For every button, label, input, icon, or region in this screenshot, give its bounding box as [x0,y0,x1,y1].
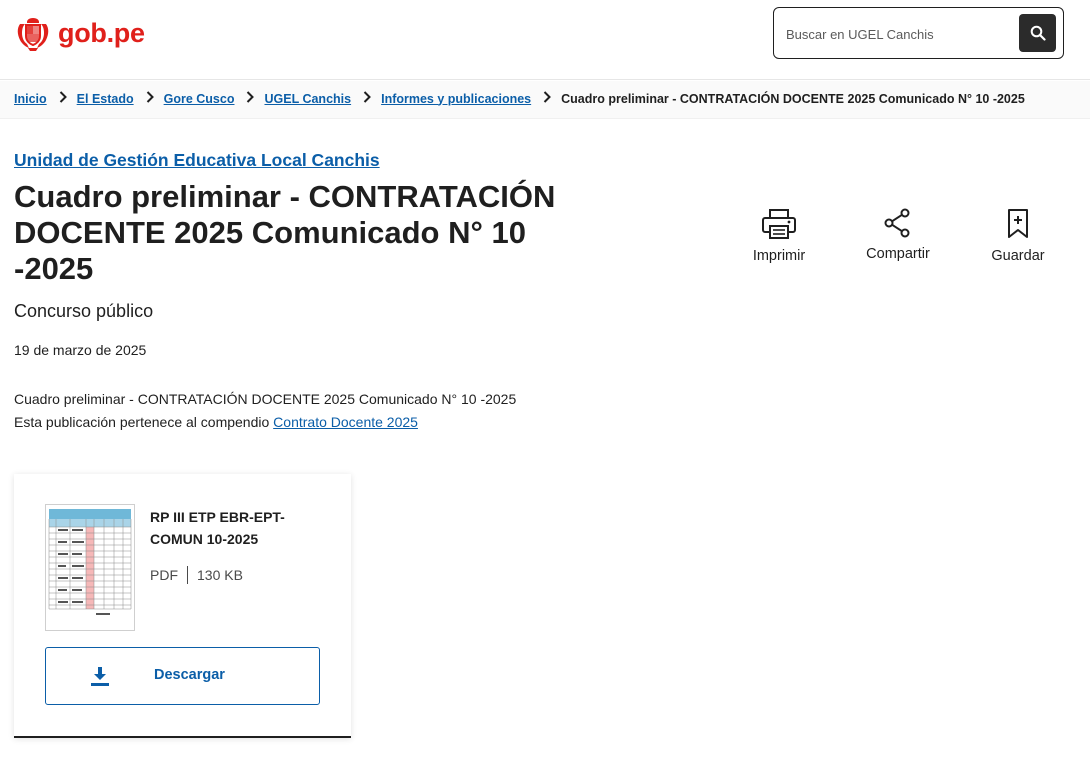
share-icon [884,208,910,238]
gob-pe-logo[interactable]: gob.pe [14,14,145,52]
meta-divider [187,566,188,584]
breadcrumb-link-el-estado[interactable]: El Estado [77,92,134,106]
compendium-prefix: Esta publicación pertenece al compendio [14,414,274,430]
document-size: 130 KB [197,567,243,583]
chevron-right-icon [543,91,552,106]
chevron-right-icon [59,91,67,106]
search-input[interactable] [786,22,1016,46]
publication-description: Cuadro preliminar - CONTRATACIÓN DOCENTE… [14,388,516,434]
breadcrumb-bar: Inicio El Estado Gore Cusco UGEL Canchis… [0,81,1090,119]
peru-coat-of-arms-icon [17,18,49,51]
chevron-right-icon [363,91,372,106]
compendium-link[interactable]: Contrato Docente 2025 [273,414,418,430]
chevron-right-icon [246,91,255,106]
search-box [773,7,1064,59]
save-label: Guardar [991,248,1045,264]
download-label: Descargar [154,667,225,683]
document-type: PDF [150,567,178,583]
document-name: RP III ETP EBR-EPT-COMUN 10-2025 [150,509,285,547]
logo-text: gob.pe [58,17,145,48]
search-icon [1030,25,1046,41]
bookmark-icon [1008,209,1028,238]
document-meta: PDF 130 KB [150,566,243,584]
print-label: Imprimir [752,248,806,264]
document-thumbnail[interactable] [45,504,135,631]
breadcrumb: Inicio El Estado Gore Cusco UGEL Canchis… [14,91,1025,106]
site-header: gob.pe [0,0,1090,80]
chevron-right-icon [146,91,154,106]
compendium-line: Esta publicación pertenece al compendio … [14,411,516,434]
breadcrumb-link-inicio[interactable]: Inicio [14,92,47,106]
publication-date: 19 de marzo de 2025 [14,342,147,358]
institution-link[interactable]: Unidad de Gestión Educativa Local Canchi… [14,150,380,171]
print-button[interactable]: Imprimir [734,208,824,264]
printer-icon [762,209,796,239]
document-card: RP III ETP EBR-EPT-COMUN 10-2025 PDF 130… [14,474,351,738]
breadcrumb-link-informes[interactable]: Informes y publicaciones [381,92,531,106]
breadcrumb-current: Cuadro preliminar - CONTRATACIÓN DOCENTE… [561,91,1025,106]
search-button[interactable] [1019,14,1056,52]
download-button[interactable]: Descargar [45,647,320,705]
breadcrumb-link-gore-cusco[interactable]: Gore Cusco [164,92,235,106]
page-title: Cuadro preliminar - CONTRATACIÓN DOCENTE… [14,179,556,286]
publication-category: Concurso público [14,301,154,321]
save-button[interactable]: Guardar [973,208,1063,264]
breadcrumb-link-ugel-canchis[interactable]: UGEL Canchis [264,92,351,106]
description-text: Cuadro preliminar - CONTRATACIÓN DOCENTE… [14,391,517,407]
share-button[interactable]: Compartir [853,208,943,262]
share-label: Compartir [866,246,930,262]
download-icon [91,667,109,686]
document-preview-image [46,505,134,630]
